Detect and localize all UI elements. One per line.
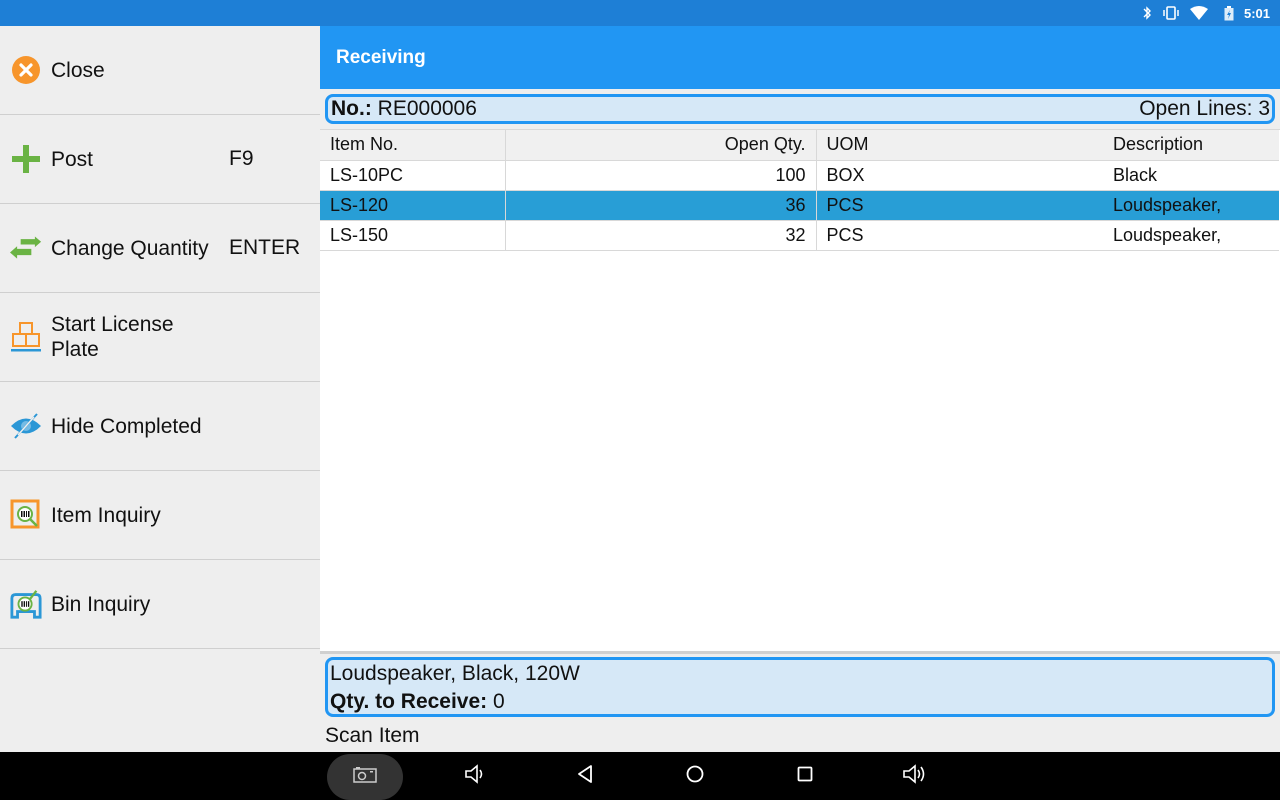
lines-table: Item No. Open Qty. UOM Description LS-10… <box>320 129 1280 653</box>
column-header-uom[interactable]: UOM <box>816 130 1103 161</box>
cell-item-no: LS-10PC <box>320 160 506 191</box>
open-lines-value: 3 <box>1258 97 1270 120</box>
vibrate-icon <box>1162 6 1180 20</box>
main-content: Receiving No.: RE000006 Open Lines: 3 It… <box>320 26 1280 752</box>
cell-item-no: LS-150 <box>320 220 506 251</box>
bluetooth-icon <box>1142 6 1152 20</box>
sidebar-item-label: Close <box>51 58 105 82</box>
sidebar-item-label: Hide Completed <box>51 414 202 438</box>
app-bar: Receiving <box>320 26 1280 89</box>
sidebar-item-item-inquiry[interactable]: Item Inquiry <box>0 471 320 560</box>
system-nav-bar <box>0 752 1280 800</box>
cell-description: Loudspeaker, <box>1103 190 1279 221</box>
recents-button[interactable] <box>775 752 835 800</box>
open-lines: Open Lines: 3 <box>1139 97 1270 121</box>
recents-icon <box>796 765 814 788</box>
sidebar-item-label: Bin Inquiry <box>51 592 151 616</box>
cell-description: Black <box>1103 160 1279 191</box>
column-header-item-no[interactable]: Item No. <box>320 130 506 161</box>
cell-open-qty: 36 <box>505 190 817 221</box>
volume-down-button[interactable] <box>445 752 505 800</box>
sidebar-item-bin-inquiry[interactable]: Bin Inquiry <box>0 560 320 649</box>
document-number-value: RE000006 <box>377 97 477 120</box>
document-info-box: No.: RE000006 Open Lines: 3 <box>325 94 1275 124</box>
sidebar-item-label: Item Inquiry <box>51 503 161 527</box>
wifi-icon <box>1189 6 1208 20</box>
home-button[interactable] <box>665 752 725 800</box>
shortcut-key: ENTER <box>229 236 301 259</box>
cell-item-no: LS-120 <box>320 190 506 221</box>
item-description: Loudspeaker, Black, 120W <box>330 662 580 685</box>
license-plate-boxes-icon <box>10 321 42 353</box>
clock-time: 5:01 <box>1243 5 1270 21</box>
document-number-label: No.: <box>331 97 372 120</box>
home-icon <box>685 764 705 789</box>
page-title: Receiving <box>336 46 426 68</box>
sidebar-menu: Close Post F9 Change Quantity ENTER Star… <box>0 26 320 752</box>
swap-arrows-icon <box>10 232 42 264</box>
qty-to-receive-label: Qty. to Receive: <box>330 690 488 713</box>
table-row[interactable]: LS-10PC 100 BOX Black <box>320 160 1279 191</box>
item-inquiry-icon <box>10 499 42 531</box>
sidebar-item-start-license-plate[interactable]: Start License Plate <box>0 293 320 382</box>
status-bar: 5:01 <box>0 0 1280 26</box>
table-row-selected[interactable]: LS-120 36 PCS Loudspeaker, <box>320 190 1279 221</box>
qty-to-receive: Qty. to Receive: 0 <box>330 688 1270 716</box>
sidebar-item-label: Change Quantity <box>51 236 209 260</box>
cell-uom: PCS <box>816 190 1103 221</box>
table-bottom-divider <box>320 651 1280 654</box>
document-number: No.: RE000006 <box>331 97 477 121</box>
close-circle-icon <box>10 54 42 86</box>
screenshot-button[interactable] <box>327 754 403 800</box>
sidebar-item-change-quantity[interactable]: Change Quantity ENTER <box>0 204 320 293</box>
open-lines-label: Open Lines: <box>1139 97 1253 120</box>
sidebar-item-label: Post <box>51 147 94 171</box>
column-header-open-qty[interactable]: Open Qty. <box>505 130 817 161</box>
cell-open-qty: 100 <box>505 160 817 191</box>
screenshot-icon <box>353 766 377 788</box>
battery-charging-icon <box>1224 5 1234 21</box>
volume-up-icon <box>902 763 928 789</box>
shortcut-key: F9 <box>229 147 254 170</box>
qty-to-receive-value: 0 <box>493 690 505 713</box>
sidebar-item-post[interactable]: Post F9 <box>0 115 320 204</box>
table-header-row: Item No. Open Qty. UOM Description <box>320 130 1279 161</box>
sidebar-item-hide-completed[interactable]: Hide Completed <box>0 382 320 471</box>
item-details-box: Loudspeaker, Black, 120W Qty. to Receive… <box>325 657 1275 717</box>
cell-description: Loudspeaker, <box>1103 220 1279 251</box>
cell-uom: BOX <box>816 160 1103 191</box>
scan-item-prompt[interactable]: Scan Item <box>325 724 420 748</box>
eye-off-icon <box>10 410 42 442</box>
back-icon <box>576 764 594 789</box>
column-header-description[interactable]: Description <box>1103 130 1279 161</box>
bin-inquiry-icon <box>10 588 42 620</box>
sidebar-item-label: Start License Plate <box>51 313 174 361</box>
volume-up-button[interactable] <box>885 752 945 800</box>
sidebar-item-close[interactable]: Close <box>0 26 320 115</box>
cell-open-qty: 32 <box>505 220 817 251</box>
volume-down-icon <box>464 763 486 789</box>
back-button[interactable] <box>555 752 615 800</box>
table-row[interactable]: LS-150 32 PCS Loudspeaker, <box>320 220 1279 251</box>
plus-icon <box>10 143 42 175</box>
cell-uom: PCS <box>816 220 1103 251</box>
